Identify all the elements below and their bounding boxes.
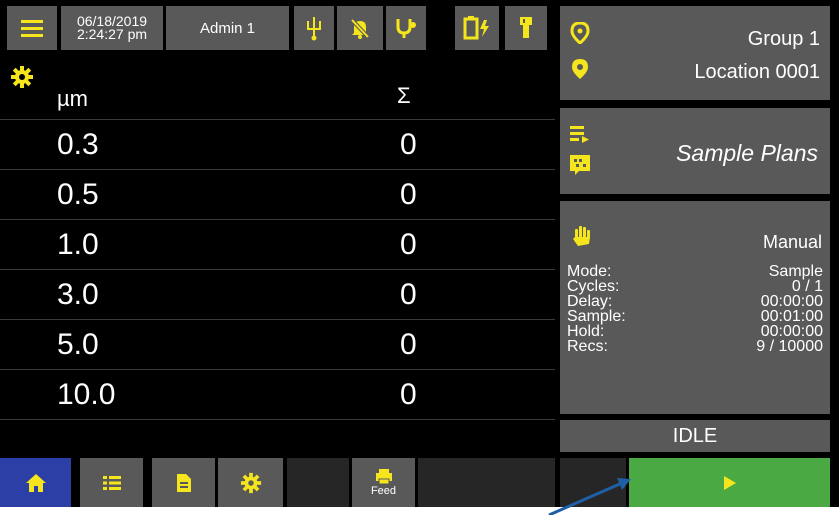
- annotation-arrow: [548, 478, 631, 515]
